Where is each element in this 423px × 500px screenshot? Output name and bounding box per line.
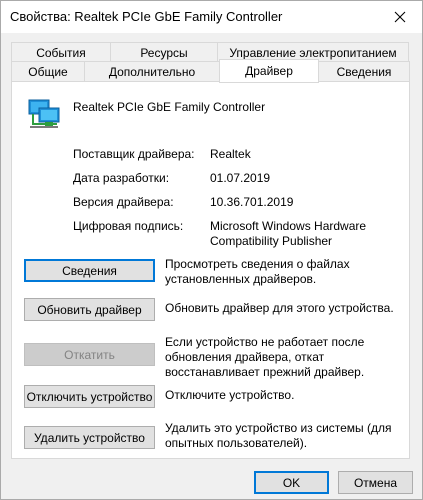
tab-details[interactable]: Сведения	[318, 61, 410, 82]
network-adapter-icon	[28, 99, 60, 128]
device-name: Realtek PCIe GbE Family Controller	[73, 100, 266, 114]
provider-label: Поставщик драйвера:	[73, 147, 195, 161]
disable-device-description: Отключите устройство.	[165, 388, 295, 402]
version-value: 10.36.701.2019	[210, 195, 294, 209]
rollback-driver-button[interactable]: Откатить	[24, 343, 155, 366]
title-bar: Свойства: Realtek PCIe GbE Family Contro…	[1, 1, 422, 33]
rollback-driver-description: Если устройство не работает после обновл…	[165, 335, 365, 379]
tab-general[interactable]: Общие	[11, 61, 85, 82]
driver-tab-panel: Realtek PCIe GbE Family Controller Поста…	[11, 81, 410, 459]
provider-value: Realtek	[210, 147, 251, 161]
cancel-button[interactable]: Отмена	[338, 471, 413, 494]
date-label: Дата разработки:	[73, 171, 170, 185]
tab-row-front: Общие Дополнительно Драйвер Сведения	[11, 59, 410, 83]
signature-value-line1: Microsoft Windows Hardware	[210, 219, 367, 233]
window-title: Свойства: Realtek PCIe GbE Family Contro…	[10, 9, 283, 24]
disable-device-button[interactable]: Отключить устройство	[24, 385, 155, 408]
tab-events[interactable]: События	[11, 42, 111, 63]
ok-button[interactable]: OK	[254, 471, 329, 494]
close-button[interactable]	[378, 1, 422, 33]
version-label: Версия драйвера:	[73, 195, 174, 209]
tab-resources[interactable]: Ресурсы	[110, 42, 218, 63]
properties-dialog: Свойства: Realtek PCIe GbE Family Contro…	[0, 0, 423, 500]
tab-advanced[interactable]: Дополнительно	[84, 61, 220, 82]
uninstall-device-button[interactable]: Удалить устройство	[24, 426, 155, 449]
signature-label: Цифровая подпись:	[73, 219, 184, 233]
tab-driver[interactable]: Драйвер	[219, 59, 319, 83]
close-icon	[394, 11, 406, 23]
uninstall-device-description: Удалить это устройство из системы (для о…	[165, 421, 392, 450]
signature-value-line2: Compatibility Publisher	[210, 234, 333, 248]
driver-details-description: Просмотреть сведения о файлах установлен…	[165, 257, 350, 286]
tab-row-back: События Ресурсы Управление электропитани…	[11, 42, 409, 63]
update-driver-button[interactable]: Обновить драйвер	[24, 298, 155, 321]
date-value: 01.07.2019	[210, 171, 271, 185]
update-driver-description: Обновить драйвер для этого устройства.	[165, 301, 394, 315]
driver-details-button[interactable]: Сведения	[24, 259, 155, 282]
